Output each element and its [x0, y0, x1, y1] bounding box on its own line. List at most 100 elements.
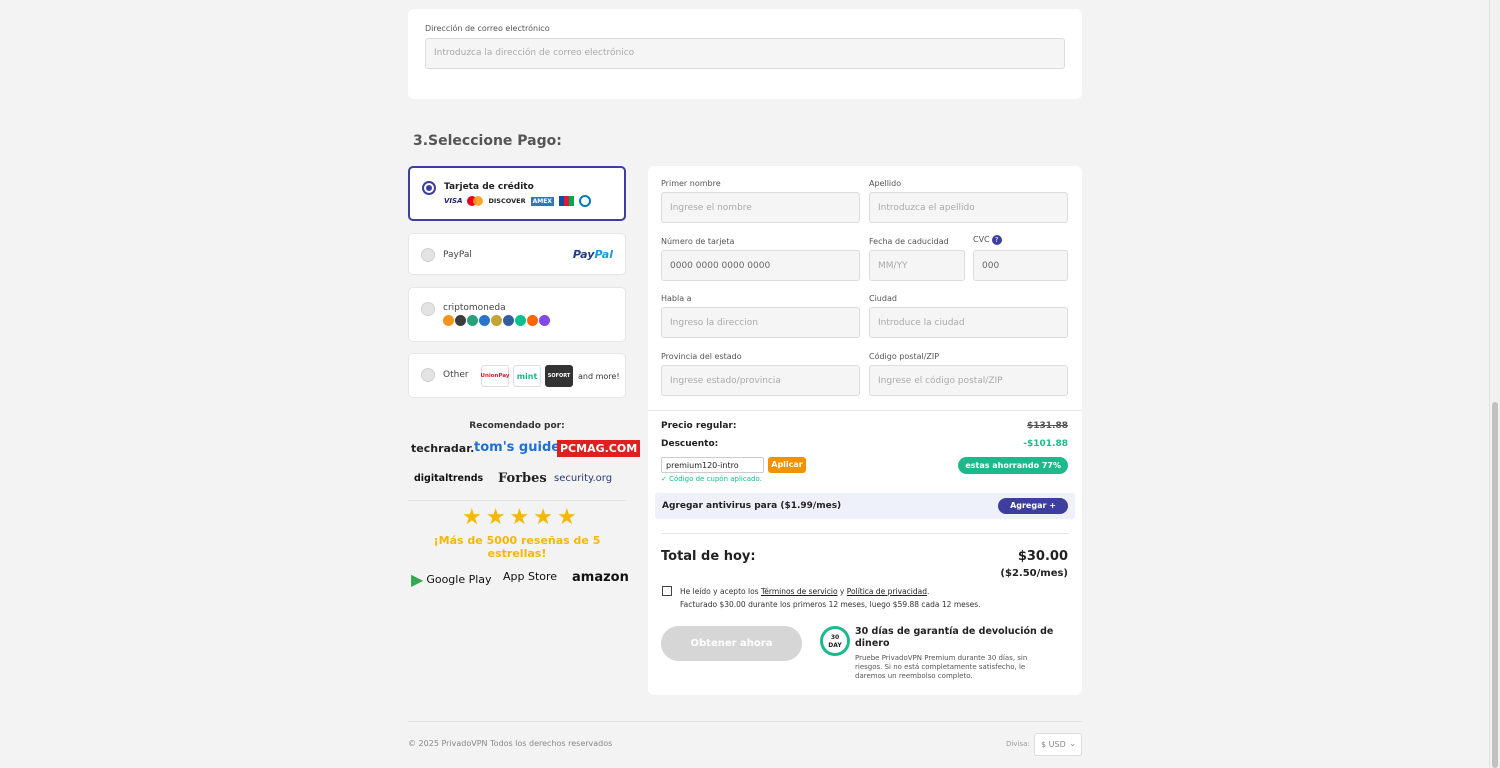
jcb-logo [558, 196, 574, 206]
last-name-label: Apellido [869, 179, 902, 188]
state-label: Provincia del estado [661, 352, 742, 361]
discover-logo: DISCOVER [488, 197, 526, 205]
radio-paypal[interactable] [421, 248, 435, 262]
zip-label: Código postal/ZIP [869, 352, 940, 361]
dogecoin-icon [491, 315, 502, 326]
payment-form-card: Primer nombre Ingrese el nombre Apellido… [648, 166, 1082, 695]
bitcoin-icon [443, 315, 454, 326]
first-name-input[interactable]: Ingrese el nombre [661, 192, 860, 223]
get-now-button[interactable]: Obtener ahora [661, 626, 802, 661]
payment-section-title: 3.Seleccione Pago: [413, 133, 562, 149]
card-number-label: Número de tarjeta [661, 237, 735, 246]
pcmag-logo: PCMAG.COM [557, 440, 641, 457]
cvc-label: CVC? [973, 235, 1002, 245]
currency-select[interactable]: $ USD ⌄ [1034, 733, 1082, 756]
radio-crypto[interactable] [421, 302, 435, 316]
app-store-badge[interactable]: App Store [500, 570, 557, 583]
coupon-input[interactable]: premium120-intro [661, 457, 764, 473]
total-value: $30.00 [1017, 549, 1068, 564]
star-icon: ★ [462, 505, 482, 530]
currency-label: Divisa: [1006, 740, 1030, 748]
techradar-logo: techradar. [411, 442, 475, 455]
regular-price-value: $131.88 [1027, 421, 1068, 431]
antivirus-addon: Agregar antivirus para ($1.99/mes) Agreg… [655, 493, 1075, 519]
star-icon: ★ [485, 505, 506, 530]
city-input[interactable]: Introduce la ciudad [869, 307, 1068, 338]
payment-option-credit-card[interactable]: Tarjeta de crédito VISA DISCOVER AMEX [408, 166, 626, 221]
amex-logo: AMEX [530, 196, 554, 206]
polygon-icon [539, 315, 550, 326]
divider [408, 500, 626, 501]
discount-value: -$101.88 [1023, 439, 1068, 449]
payment-option-paypal[interactable]: PayPal PayPal [408, 233, 626, 275]
star-icon: ★ [556, 505, 577, 530]
digitaltrends-logo: digitaltrends [414, 473, 484, 484]
chevron-down-icon: ⌄ [1069, 739, 1076, 748]
money-back-badge-icon: 30 DAY [820, 626, 850, 656]
discount-label: Descuento: [661, 439, 719, 449]
forbes-logo: Forbes [498, 471, 547, 486]
star-icon: ★ [509, 505, 530, 530]
divider [648, 410, 1082, 411]
google-play-icon: ▶ [411, 570, 424, 589]
terms-of-service-link[interactable]: Términos de servicio [761, 587, 838, 596]
cvc-input[interactable]: 000 [973, 250, 1068, 281]
address-label: Habla a [661, 294, 692, 303]
ethereum-icon [455, 315, 466, 326]
card-number-input[interactable]: 0000 0000 0000 0000 [661, 250, 860, 281]
other-logos: UnionPay mint SOFORT and more! [481, 365, 620, 387]
unionpay-logo: UnionPay [481, 365, 510, 387]
footer-divider [408, 721, 1082, 722]
mastercard-logo [467, 196, 484, 206]
security-org-logo: security.org [554, 473, 613, 484]
monero-icon [527, 315, 538, 326]
star-icon: ★ [533, 505, 553, 530]
city-label: Ciudad [869, 294, 897, 303]
payment-option-crypto[interactable]: criptomoneda [408, 287, 626, 342]
radio-credit-card[interactable] [422, 181, 436, 195]
total-monthly: ($2.50/mes) [1000, 568, 1068, 579]
tether-icon [467, 315, 478, 326]
apply-coupon-button[interactable]: Aplicar [768, 457, 806, 473]
guarantee-title: 30 días de garantía de devolución de din… [855, 626, 1054, 649]
radio-other[interactable] [421, 368, 435, 382]
email-input[interactable]: Introduzca la dirección de correo electr… [425, 38, 1065, 69]
expiry-label: Fecha de caducidad [869, 237, 949, 246]
google-play-badge[interactable]: ▶ Google Play [411, 570, 492, 589]
billing-text: Facturado $30.00 durante los primeros 12… [680, 600, 981, 609]
rating-stars: ★ ★ ★ ★ ★ [462, 507, 577, 529]
toms-guide-logo: tom's guide [474, 440, 561, 455]
coupon-applied-message: ✓ Código de cupón aplicado. [661, 475, 762, 483]
divider [661, 533, 1069, 534]
bitcoin-cash-icon [515, 315, 526, 326]
expiry-input[interactable]: MM/YY [869, 250, 965, 281]
paypal-logo: PayPal [572, 248, 613, 261]
privacy-policy-link[interactable]: Política de privacidad [847, 587, 927, 596]
visa-logo: VISA [444, 197, 463, 205]
amazon-badge[interactable]: amazon [572, 570, 629, 585]
usd-coin-icon [479, 315, 490, 326]
paypal-label: PayPal [443, 250, 472, 260]
reviews-text: ¡Más de 5000 reseñas de 5 estrellas! [433, 534, 601, 560]
saving-badge: estas ahorrando 77% [958, 457, 1068, 474]
payment-option-other[interactable]: Other UnionPay mint SOFORT and more! [408, 353, 626, 398]
guarantee-description: Pruebe PrivadoVPN Premium durante 30 día… [855, 654, 1028, 680]
first-name-label: Primer nombre [661, 179, 721, 188]
address-input[interactable]: Ingreso la direccion [661, 307, 860, 338]
diners-club-logo [578, 195, 591, 207]
zip-input[interactable]: Ingrese el código postal/ZIP [869, 365, 1068, 396]
help-icon[interactable]: ? [991, 235, 1002, 245]
add-antivirus-button[interactable]: Agregar + [998, 498, 1068, 514]
recommended-title: Recomendado por: [469, 421, 565, 431]
state-input[interactable]: Ingrese estado/provincia [661, 365, 860, 396]
regular-price-label: Precio regular: [661, 421, 737, 431]
last-name-input[interactable]: Introduzca el apellido [869, 192, 1068, 223]
scrollbar-thumb[interactable] [1492, 402, 1498, 768]
terms-checkbox[interactable] [662, 586, 672, 596]
and-more-text: and more! [578, 371, 620, 381]
total-label: Total de hoy: [661, 549, 756, 564]
page-scrollbar[interactable] [1489, 0, 1500, 768]
crypto-label: criptomoneda [443, 303, 506, 313]
terms-text: He leído y acepto los Términos de servic… [680, 587, 981, 609]
credit-card-label: Tarjeta de crédito [444, 182, 534, 192]
